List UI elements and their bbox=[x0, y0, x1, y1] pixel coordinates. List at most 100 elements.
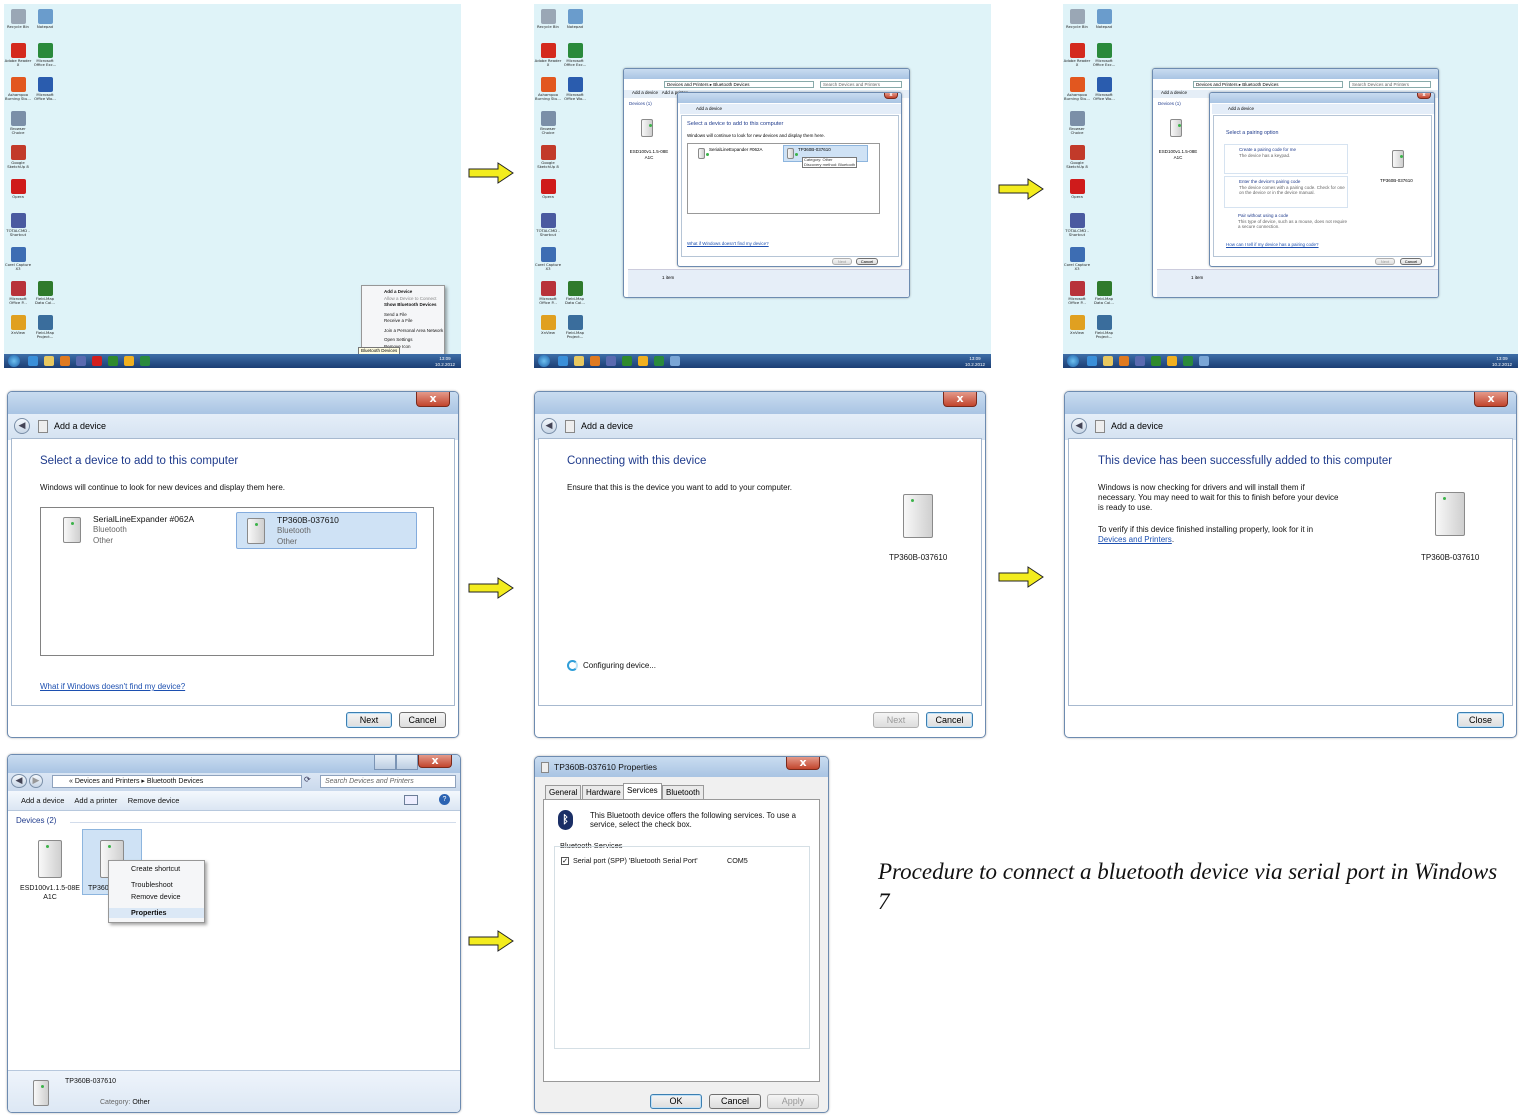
desktop-icon[interactable]: TOTALCMD - Shortcut bbox=[1063, 213, 1091, 238]
desktop-icon[interactable]: Notepad bbox=[561, 9, 589, 29]
serial-port-checkbox[interactable]: ✓ bbox=[561, 857, 569, 865]
cancel-button[interactable]: Cancel bbox=[856, 258, 878, 265]
desktop-icon[interactable]: Browser Choice bbox=[4, 111, 32, 136]
desktop-icon[interactable]: XnView bbox=[1063, 315, 1091, 335]
close-icon[interactable]: x bbox=[943, 392, 977, 407]
option-create-code[interactable]: Create a pairing code for me The device h… bbox=[1224, 144, 1348, 174]
apply-button[interactable]: Apply bbox=[767, 1094, 819, 1109]
desktop-icon[interactable]: TOTALCMD - Shortcut bbox=[534, 213, 562, 238]
back-icon[interactable]: ◀ bbox=[1071, 418, 1087, 434]
menu-allow-device[interactable]: Allow a Device to Connect bbox=[362, 296, 444, 302]
back-icon[interactable]: ◀ bbox=[14, 418, 30, 434]
desktop-icon[interactable]: Opera bbox=[1063, 179, 1091, 199]
desktop-icon[interactable]: Microsoft Office Wo... bbox=[1090, 77, 1118, 102]
totalcmd-icon[interactable] bbox=[1135, 356, 1145, 366]
desktop-icon[interactable]: Microsoft Office Wo... bbox=[31, 77, 59, 102]
cancel-button[interactable]: Cancel bbox=[1400, 258, 1422, 265]
desktop-icon[interactable]: Microsoft Office P... bbox=[4, 281, 32, 306]
menu-join-pan[interactable]: Join a Personal Area Network bbox=[362, 328, 444, 334]
desktop-icon[interactable]: Field-Map Data Col... bbox=[1090, 281, 1118, 306]
next-button[interactable]: Next bbox=[873, 712, 919, 728]
menu-receive-file[interactable]: Receive a File bbox=[362, 318, 444, 324]
add-device-link[interactable]: Add a device bbox=[1161, 90, 1187, 95]
totalcmd-icon[interactable] bbox=[76, 356, 86, 366]
close-icon[interactable]: x bbox=[418, 755, 452, 768]
option-enter-code[interactable]: Enter the device's pairing code The devic… bbox=[1224, 176, 1348, 208]
desktop-icon[interactable]: Corel Capture X3 bbox=[1063, 247, 1091, 272]
ie-icon[interactable] bbox=[558, 356, 568, 366]
remove-device-button[interactable]: Remove device bbox=[128, 796, 180, 805]
menu-add-device[interactable]: Add a Device bbox=[362, 289, 444, 295]
explorer-icon[interactable] bbox=[44, 356, 54, 366]
desktop-icon[interactable]: Adobe Reader X bbox=[4, 43, 32, 68]
close-icon[interactable]: x bbox=[786, 757, 820, 770]
forward-icon[interactable]: ▶ bbox=[29, 774, 43, 788]
add-device-link[interactable]: Add a device bbox=[632, 90, 658, 95]
tab-general[interactable]: General bbox=[545, 785, 582, 799]
xnview-icon[interactable] bbox=[1167, 356, 1177, 366]
desktop-icon[interactable]: Adobe Reader X bbox=[534, 43, 562, 68]
add-printer-button[interactable]: Add a printer bbox=[74, 796, 117, 805]
start-button[interactable] bbox=[538, 355, 550, 367]
media-icon[interactable] bbox=[60, 356, 70, 366]
address-bar[interactable]: Devices and Printers ▸ Bluetooth Devices bbox=[664, 81, 814, 88]
xnview-icon[interactable] bbox=[638, 356, 648, 366]
devices-taskbar-icon[interactable] bbox=[670, 356, 680, 366]
desktop-icon[interactable]: Browser Choice bbox=[534, 111, 562, 136]
device-item-1[interactable]: SerialLineExpander #062A bbox=[709, 147, 763, 153]
menu-create-shortcut[interactable]: Create shortcut bbox=[109, 864, 204, 874]
explorer-icon[interactable] bbox=[574, 356, 584, 366]
excel-icon[interactable] bbox=[1183, 356, 1193, 366]
tab-hardware[interactable]: Hardware bbox=[582, 785, 625, 799]
xnview-icon[interactable] bbox=[124, 356, 134, 366]
desktop-icon[interactable]: Adobe Reader X bbox=[1063, 43, 1091, 68]
crumb-devices-printers[interactable]: Devices and Printers bbox=[75, 778, 140, 785]
help-icon[interactable]: ? bbox=[439, 794, 450, 805]
cancel-button[interactable]: Cancel bbox=[926, 712, 973, 728]
desktop-icon[interactable]: Recycle Bin bbox=[1063, 9, 1091, 29]
cancel-button[interactable]: Cancel bbox=[709, 1094, 761, 1109]
tab-services[interactable]: Services bbox=[623, 783, 662, 799]
cancel-button[interactable]: Cancel bbox=[399, 712, 446, 728]
pairing-help-link[interactable]: How can I tell if my device has a pairin… bbox=[1226, 242, 1319, 248]
fieldmap-icon[interactable] bbox=[108, 356, 118, 366]
address-bar[interactable]: « Devices and Printers ▸ Bluetooth Devic… bbox=[52, 775, 302, 788]
start-button[interactable] bbox=[1067, 355, 1079, 367]
back-icon[interactable]: ◀ bbox=[541, 418, 557, 434]
opera-icon[interactable] bbox=[92, 356, 102, 366]
desktop-icon[interactable]: XnView bbox=[534, 315, 562, 335]
device-esd100-icon[interactable] bbox=[38, 840, 62, 878]
close-button[interactable]: Close bbox=[1457, 712, 1504, 728]
option-no-code[interactable]: Pair without using a code This type of de… bbox=[1224, 211, 1348, 237]
next-button[interactable]: Next bbox=[832, 258, 852, 265]
desktop-icon[interactable]: Recycle Bin bbox=[4, 9, 32, 29]
desktop-icon[interactable]: Field-Map Project... bbox=[561, 315, 589, 340]
ie-icon[interactable] bbox=[1087, 356, 1097, 366]
search-input[interactable]: Search Devices and Printers bbox=[820, 81, 902, 88]
desktop-icon[interactable]: Microsoft Office Exc... bbox=[1090, 43, 1118, 68]
search-input[interactable]: Search Devices and Printers bbox=[1349, 81, 1431, 88]
start-button[interactable] bbox=[8, 355, 20, 367]
menu-open-settings[interactable]: Open Settings bbox=[362, 337, 444, 343]
desktop-icon[interactable]: TOTALCMD - Shortcut bbox=[4, 213, 32, 238]
desktop-icon[interactable]: Google SketchUp 8 bbox=[4, 145, 32, 170]
media-icon[interactable] bbox=[590, 356, 600, 366]
refresh-icon[interactable]: ⟳ bbox=[304, 775, 316, 788]
ok-button[interactable]: OK bbox=[650, 1094, 702, 1109]
desktop-icon[interactable]: Microsoft Office P... bbox=[534, 281, 562, 306]
menu-properties[interactable]: Properties bbox=[109, 908, 204, 918]
device-item-tp360b[interactable]: TP360B-037610 Bluetooth Other bbox=[236, 512, 417, 549]
tab-bluetooth[interactable]: Bluetooth bbox=[662, 785, 704, 799]
devices-printers-link[interactable]: Devices and Printers bbox=[1098, 535, 1172, 544]
next-button[interactable]: Next bbox=[346, 712, 392, 728]
device-item-2[interactable]: TP360B-037610 bbox=[798, 147, 831, 153]
desktop-icon[interactable]: Recycle Bin bbox=[534, 9, 562, 29]
totalcmd-icon[interactable] bbox=[606, 356, 616, 366]
device-icon[interactable] bbox=[641, 119, 653, 137]
media-icon[interactable] bbox=[1119, 356, 1129, 366]
desktop-icon[interactable]: Browser Choice bbox=[1063, 111, 1091, 136]
desktop-icon[interactable]: Ashampoo Burning Stu... bbox=[4, 77, 32, 102]
crumb-bluetooth-devices[interactable]: Bluetooth Devices bbox=[147, 778, 203, 785]
device-icon[interactable] bbox=[1170, 119, 1182, 137]
devices-group-header[interactable]: Devices (2) bbox=[16, 816, 56, 826]
